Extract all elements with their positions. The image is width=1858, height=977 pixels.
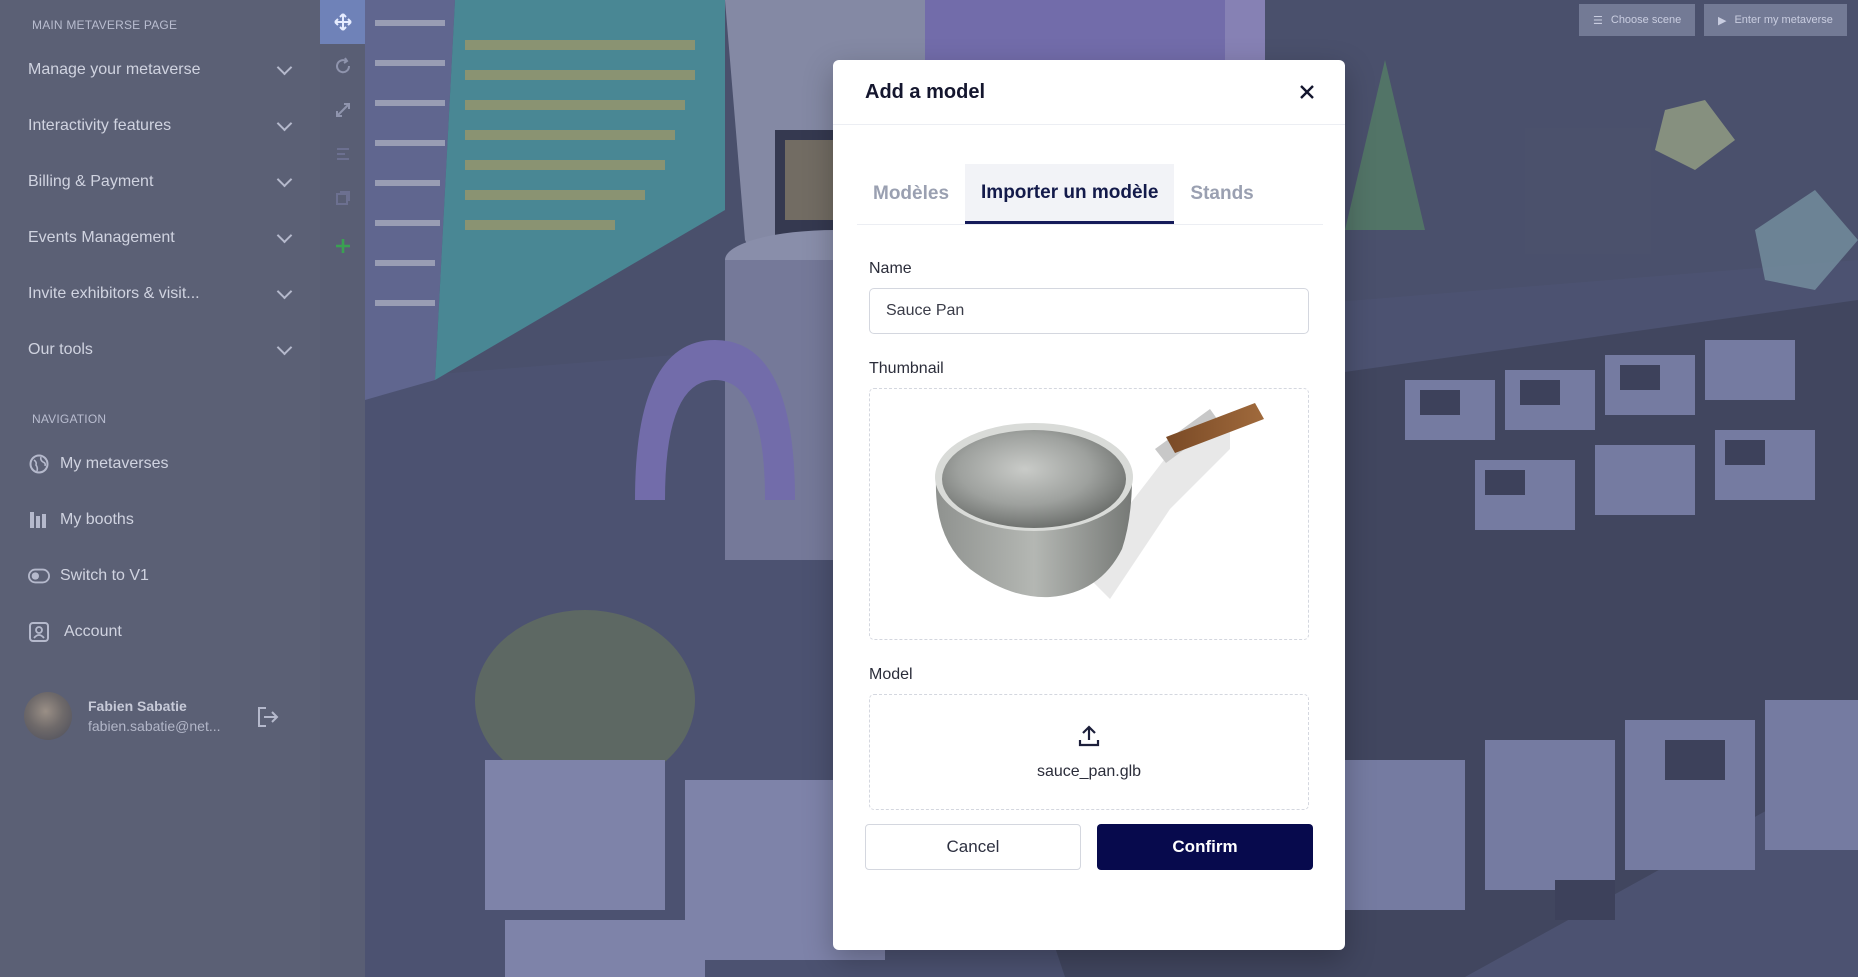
rotate-tool-icon[interactable] [320, 44, 365, 88]
menu-label: Interactivity features [28, 117, 172, 134]
chevron-down-icon [276, 115, 293, 131]
duplicate-tool-icon[interactable] [320, 176, 365, 220]
toggle-icon [28, 565, 50, 587]
nav-label: Switch to V1 [60, 567, 149, 584]
scale-tool-icon[interactable] [320, 88, 365, 132]
menu-label: Billing & Payment [28, 173, 154, 190]
nav-label: My metaverses [60, 455, 169, 472]
menu-our-tools[interactable]: Our tools [28, 334, 298, 366]
nav-label: Account [64, 623, 122, 640]
chevron-down-icon [276, 227, 293, 243]
close-icon[interactable] [1293, 78, 1321, 106]
upload-icon [1077, 724, 1101, 753]
chevron-down-icon [276, 339, 293, 355]
play-icon: ▶ [1718, 14, 1727, 27]
enter-metaverse-button[interactable]: ▶ Enter my metaverse [1704, 4, 1847, 36]
account-icon [28, 621, 50, 643]
choose-scene-button[interactable]: ☰ Choose scene [1579, 4, 1696, 36]
dialog-header: Add a model [833, 60, 1345, 125]
thumbnail-label: Thumbnail [869, 360, 944, 377]
menu-billing-payment[interactable]: Billing & Payment [28, 166, 298, 198]
globe-icon [28, 453, 50, 475]
choose-scene-label: Choose scene [1610, 14, 1682, 26]
add-model-icon[interactable] [320, 224, 365, 268]
booth-icon [28, 509, 50, 531]
tab-importer-un-modele[interactable]: Importer un modèle [965, 164, 1175, 224]
name-label: Name [869, 260, 912, 277]
add-model-dialog: Add a model Modèles Importer un modèle S… [833, 60, 1345, 950]
thumbnail-dropzone[interactable] [869, 388, 1309, 640]
flip-tool-icon[interactable] [320, 132, 365, 176]
menu-manage-metaverse[interactable]: Manage your metaverse [28, 54, 298, 86]
menu-label: Events Management [28, 229, 175, 246]
nav-switch-v1[interactable]: Switch to V1 [28, 561, 149, 591]
menu-label: Invite exhibitors & visit... [28, 285, 200, 302]
model-upload-dropzone[interactable]: sauce_pan.glb [869, 694, 1309, 810]
menu-interactivity-features[interactable]: Interactivity features [28, 110, 298, 142]
logout-icon[interactable] [256, 706, 280, 733]
tab-modeles[interactable]: Modèles [857, 164, 965, 224]
model-filename: sauce_pan.glb [1036, 762, 1142, 780]
nav-account[interactable]: Account [28, 617, 122, 647]
tab-stands[interactable]: Stands [1174, 164, 1269, 224]
main-section-title: MAIN METAVERSE PAGE [32, 18, 178, 32]
user-name: Fabien Sabatie [88, 698, 187, 714]
menu-label: Our tools [28, 341, 93, 358]
confirm-button[interactable]: Confirm [1097, 824, 1313, 870]
transform-toolbar [320, 0, 365, 977]
move-tool-icon[interactable] [320, 0, 365, 44]
chevron-down-icon [276, 59, 293, 75]
dialog-title: Add a model [865, 80, 986, 103]
menu-invite-exhibitors[interactable]: Invite exhibitors & visit... [28, 278, 298, 310]
model-tabs: Modèles Importer un modèle Stands [857, 164, 1323, 225]
navigation-section-title: NAVIGATION [32, 412, 107, 426]
user-email: fabien.sabatie@net... [88, 718, 221, 734]
enter-metaverse-label: Enter my metaverse [1734, 14, 1833, 26]
chevron-down-icon [276, 283, 293, 299]
avatar [24, 692, 72, 740]
nav-my-booths[interactable]: My booths [28, 505, 134, 535]
name-input[interactable] [869, 288, 1309, 334]
nav-my-metaverses[interactable]: My metaverses [28, 449, 168, 479]
chevron-down-icon [276, 171, 293, 187]
list-icon: ☰ [1593, 14, 1603, 27]
sidebar: MAIN METAVERSE PAGE Manage your metavers… [0, 0, 320, 977]
sauce-pan-thumbnail [935, 403, 1264, 599]
model-label: Model [869, 666, 913, 683]
menu-events-management[interactable]: Events Management [28, 222, 298, 254]
nav-label: My booths [60, 511, 134, 528]
user-profile: Fabien Sabatie fabien.sabatie@net... [24, 692, 221, 740]
menu-label: Manage your metaverse [28, 61, 201, 78]
cancel-button[interactable]: Cancel [865, 824, 1081, 870]
